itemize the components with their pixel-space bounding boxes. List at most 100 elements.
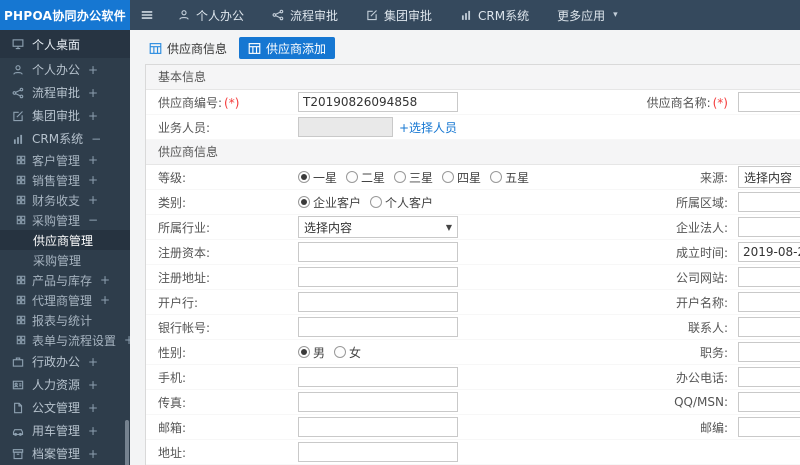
sidebar-item-personal-desktop[interactable]: 个人桌面: [0, 30, 130, 58]
mobile-input[interactable]: [298, 367, 458, 387]
region-input[interactable]: [738, 192, 800, 212]
field-label: 银行帐号:: [158, 320, 211, 335]
contact-input[interactable]: [738, 317, 800, 337]
sidebar-item-agent-mgmt[interactable]: 代理商管理 +: [0, 290, 130, 310]
category-enterprise-radio[interactable]: 企业客户: [298, 194, 361, 211]
submenu-grid-icon: [16, 215, 27, 225]
sales-person-input[interactable]: [298, 117, 393, 137]
main-content: 供应商信息 供应商添加 基本信息 供应商编号:(*) 供应商名称:(*): [130, 30, 800, 465]
sidebar-item-group-approval[interactable]: 集团审批 +: [0, 104, 130, 127]
expand-plus-icon[interactable]: +: [88, 424, 98, 438]
hamburger-menu-icon[interactable]: [130, 0, 164, 30]
sidebar-item-human-resources[interactable]: 人力资源 +: [0, 373, 130, 396]
office-phone-input[interactable]: [738, 367, 800, 387]
sidebar-item-label: 采购管理: [33, 253, 82, 268]
zipcode-input[interactable]: [738, 417, 800, 437]
sidebar-item-process-approval[interactable]: 流程审批 +: [0, 81, 130, 104]
bank-input[interactable]: [298, 292, 458, 312]
registered-capital-input[interactable]: [298, 242, 458, 262]
sidebar-item-purchase-mgmt-sub[interactable]: 采购管理: [0, 250, 130, 270]
nav-crm-system[interactable]: CRM系统: [446, 0, 543, 30]
sidebar-item-personal-office[interactable]: 个人办公 +: [0, 58, 130, 81]
collapse-minus-icon[interactable]: −: [88, 213, 98, 227]
sidebar-item-reports-statistics[interactable]: 报表与统计: [0, 310, 130, 330]
expand-plus-icon[interactable]: +: [100, 273, 110, 287]
sidebar-scrollbar[interactable]: [125, 420, 129, 465]
expand-plus-icon[interactable]: +: [88, 86, 98, 100]
expand-plus-icon[interactable]: +: [88, 378, 98, 392]
sidebar-item-label: 报表与统计: [32, 313, 93, 328]
category-radio-group: 企业客户 个人客户: [298, 194, 433, 211]
radio-icon: [298, 171, 310, 183]
sidebar-item-finance-income-expense[interactable]: 财务收支 +: [0, 190, 130, 210]
sidebar-item-product-inventory[interactable]: 产品与库存 +: [0, 270, 130, 290]
sidebar-item-sales-mgmt[interactable]: 销售管理 +: [0, 170, 130, 190]
sidebar-item-form-flow-settings[interactable]: 表单与流程设置 +: [0, 330, 130, 350]
required-marker: (*): [224, 95, 240, 110]
expand-plus-icon[interactable]: +: [100, 293, 110, 307]
website-input[interactable]: [738, 267, 800, 287]
expand-plus-icon[interactable]: +: [88, 109, 98, 123]
email-input[interactable]: [298, 417, 458, 437]
level-star4-radio[interactable]: 四星: [442, 169, 481, 186]
position-input[interactable]: [738, 342, 800, 362]
expand-plus-icon[interactable]: +: [88, 355, 98, 369]
level-star2-radio[interactable]: 二星: [346, 169, 385, 186]
expand-plus-icon[interactable]: +: [88, 401, 98, 415]
field-label: 开户名称:: [675, 295, 728, 310]
choose-person-link[interactable]: +选择人员: [399, 119, 457, 136]
expand-plus-icon[interactable]: +: [88, 153, 98, 167]
sidebar-item-purchase-mgmt[interactable]: 采购管理 −: [0, 210, 130, 230]
nav-personal-office[interactable]: 个人办公: [164, 0, 258, 30]
sidebar-item-label: 销售管理: [32, 173, 81, 188]
sidebar-item-supplier-mgmt[interactable]: 供应商管理: [0, 230, 130, 250]
supplier-no-input[interactable]: [298, 92, 458, 112]
tab-label: 供应商信息: [167, 41, 228, 56]
level-star5-radio[interactable]: 五星: [490, 169, 529, 186]
sidebar-item-label: 供应商管理: [33, 233, 94, 248]
field-label: 办公电话:: [675, 370, 728, 385]
expand-plus-icon[interactable]: +: [88, 193, 98, 207]
sidebar-item-crm-system[interactable]: CRM系统 −: [0, 127, 130, 150]
registered-address-input[interactable]: [298, 267, 458, 287]
gender-female-radio[interactable]: 女: [334, 344, 361, 361]
field-label: 公司网站:: [675, 270, 728, 285]
nav-process-approval[interactable]: 流程审批: [258, 0, 352, 30]
level-star3-radio[interactable]: 三星: [394, 169, 433, 186]
collapse-minus-icon[interactable]: −: [91, 132, 101, 146]
top-navigation: 个人办公 流程审批 集团审批 CRM系统 更多应用 ▾: [164, 0, 632, 30]
expand-plus-icon[interactable]: +: [88, 173, 98, 187]
expand-plus-icon[interactable]: +: [88, 447, 98, 461]
nav-label: 个人办公: [196, 8, 245, 23]
industry-select[interactable]: 选择内容 ▼: [298, 216, 458, 238]
fax-input[interactable]: [298, 392, 458, 412]
source-select[interactable]: 选择内容▼: [738, 166, 800, 188]
tab-supplier-add[interactable]: 供应商添加: [239, 37, 336, 59]
address-input[interactable]: [298, 442, 458, 462]
topbar: PHPOA协同办公软件 个人办公 流程审批 集团审批 CRM系统 更多应用 ▾: [0, 0, 800, 30]
level-star1-radio[interactable]: 一星: [298, 169, 337, 186]
field-label: 注册资本:: [158, 245, 211, 260]
sidebar-item-vehicle-mgmt[interactable]: 用车管理 +: [0, 419, 130, 442]
nav-group-approval[interactable]: 集团审批: [352, 0, 446, 30]
field-label: 邮编:: [699, 420, 728, 435]
nav-more-apps[interactable]: 更多应用 ▾: [543, 0, 632, 30]
sidebar-item-archive-mgmt[interactable]: 档案管理 +: [0, 442, 130, 465]
tab-supplier-info[interactable]: 供应商信息: [140, 37, 236, 59]
qq-msn-input[interactable]: [738, 392, 800, 412]
form-row: 注册资本: 成立时间:: [146, 240, 800, 265]
radio-icon: [442, 171, 455, 183]
expand-plus-icon[interactable]: +: [88, 63, 98, 77]
chevron-down-icon: ▾: [613, 10, 618, 20]
supplier-name-input[interactable]: [738, 92, 800, 112]
founded-date-input[interactable]: [738, 242, 800, 262]
account-name-input[interactable]: [738, 292, 800, 312]
nav-label: 流程审批: [290, 8, 339, 23]
legal-person-input[interactable]: [738, 217, 800, 237]
category-personal-radio[interactable]: 个人客户: [370, 194, 433, 211]
bank-account-input[interactable]: [298, 317, 458, 337]
sidebar-item-customer-mgmt[interactable]: 客户管理 +: [0, 150, 130, 170]
gender-male-radio[interactable]: 男: [298, 344, 325, 361]
sidebar-item-admin-office[interactable]: 行政办公 +: [0, 350, 130, 373]
sidebar-item-official-doc-mgmt[interactable]: 公文管理 +: [0, 396, 130, 419]
